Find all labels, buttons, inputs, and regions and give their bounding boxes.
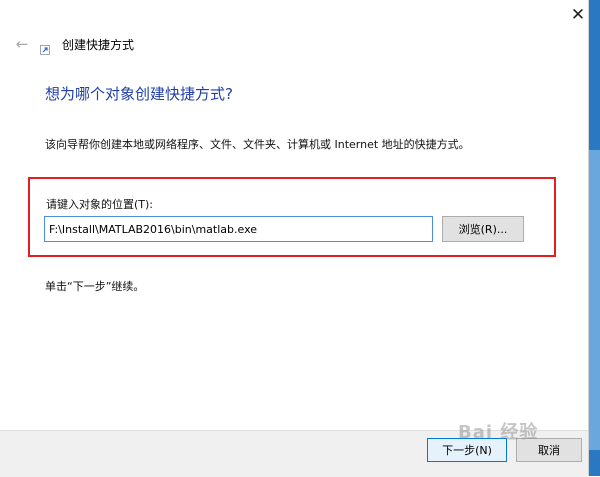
- window-title: 创建快捷方式: [62, 38, 135, 52]
- wizard-description: 该向导帮你创建本地或网络程序、文件、文件夹、计算机或 Internet 地址的快…: [45, 138, 470, 151]
- continue-hint: 单击“下一步”继续。: [45, 280, 145, 293]
- location-label: 请键入对象的位置(T):: [46, 198, 154, 211]
- shortcut-icon: [40, 40, 50, 55]
- watermark: Bai 经验: [458, 422, 539, 443]
- back-button[interactable]: ←: [12, 34, 32, 54]
- shortcut-wizard-window: ✕ ← 创建快捷方式 想为哪个对象创建快捷方式? 该向导帮你创建本地或网络程序、…: [0, 0, 589, 477]
- desktop-background-strip: [589, 0, 600, 476]
- location-input[interactable]: [44, 216, 433, 242]
- desktop-light-area: [589, 150, 600, 450]
- page-heading: 想为哪个对象创建快捷方式?: [45, 85, 233, 103]
- browse-button[interactable]: 浏览(R)...: [442, 216, 524, 242]
- back-arrow-icon: ←: [15, 35, 29, 53]
- close-icon: ✕: [570, 5, 586, 25]
